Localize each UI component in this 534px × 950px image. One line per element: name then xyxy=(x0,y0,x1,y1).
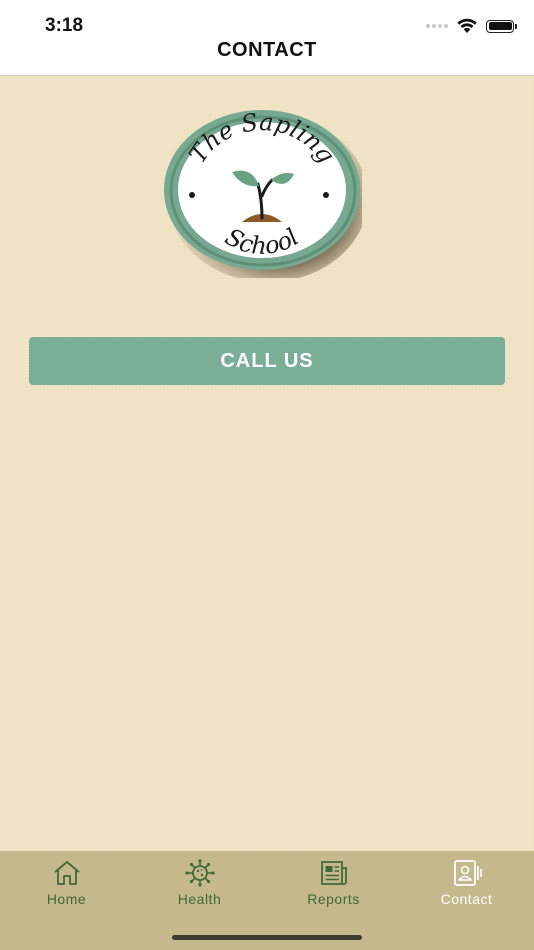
tab-contact[interactable]: Contact xyxy=(400,859,533,909)
home-indicator[interactable] xyxy=(172,935,362,940)
wifi-icon xyxy=(457,18,477,33)
tab-reports-label: Reports xyxy=(307,891,360,907)
virus-icon xyxy=(184,859,215,887)
tab-contact-label: Contact xyxy=(440,891,493,907)
tab-bar: Home Health Reports Contact xyxy=(0,851,534,950)
tab-health[interactable]: Health xyxy=(133,859,266,909)
cellular-signal-icon xyxy=(426,24,448,28)
tab-home[interactable]: Home xyxy=(0,859,133,909)
newspaper-icon xyxy=(320,861,347,885)
status-bar: 3:18 xyxy=(0,0,534,40)
tab-home-label: Home xyxy=(46,891,87,907)
tab-reports[interactable]: Reports xyxy=(267,859,400,909)
battery-icon xyxy=(486,19,517,33)
navigation-bar: CONTACT xyxy=(0,40,534,76)
school-logo: The Sapling School xyxy=(164,108,362,278)
page-title: CONTACT xyxy=(217,39,317,61)
status-time: 3:18 xyxy=(45,15,84,36)
status-icons xyxy=(426,16,517,36)
contact-card-icon xyxy=(453,860,482,886)
content-area: The Sapling School CALL US xyxy=(0,76,534,851)
tab-health-label: Health xyxy=(177,891,222,907)
home-icon xyxy=(53,861,80,885)
call-us-button[interactable]: CALL US xyxy=(29,337,505,385)
